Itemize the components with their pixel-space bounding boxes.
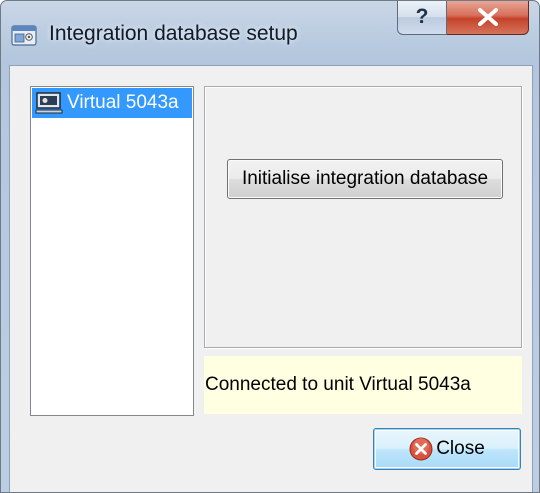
unit-list-item-virtual-5043a[interactable]: Virtual 5043a (32, 88, 192, 118)
initialise-integration-database-button[interactable]: Initialise integration database (227, 159, 503, 199)
title-bar[interactable]: Integration database setup ? (1, 1, 539, 63)
integration-database-setup-window: Integration database setup ? Virtual 504… (0, 0, 540, 493)
caption-buttons: ? (397, 1, 529, 36)
close-button[interactable]: Close (373, 428, 521, 470)
window-close-button[interactable] (447, 1, 529, 35)
database-actions-panel: Initialise integration database (204, 86, 522, 348)
close-icon (477, 8, 498, 26)
unit-list-item-label: Virtual 5043a (67, 92, 179, 113)
close-button-label: Close (436, 438, 485, 459)
help-icon: ? (415, 5, 429, 28)
dialog-client-area: Virtual 5043a Initialise integration dat… (9, 65, 533, 492)
window-title: Integration database setup (49, 22, 298, 45)
close-circle-icon (409, 437, 433, 461)
help-button[interactable]: ? (397, 1, 447, 35)
device-unit-icon (35, 92, 63, 114)
connection-status-text: Connected to unit Virtual 5043a (205, 374, 471, 395)
unit-list[interactable]: Virtual 5043a (30, 86, 194, 416)
connection-status-bar: Connected to unit Virtual 5043a (204, 356, 522, 414)
database-setup-icon (11, 25, 37, 46)
